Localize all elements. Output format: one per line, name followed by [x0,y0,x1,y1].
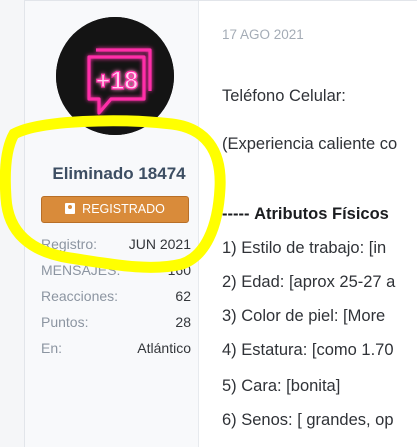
stat-value: 62 [175,288,191,304]
stat-key: MENSAJES: [41,262,121,278]
attributes-heading: ----- Atributos Físicos [222,205,389,224]
stat-key: Reacciones: [41,288,119,304]
stat-row-mensajes: MENSAJES: 160 [41,260,191,286]
stat-value: JUN 2021 [128,236,191,252]
attribute-item: 4) Estatura: [como 1.70 [222,341,394,359]
attributes-prefix: ----- [222,205,250,223]
phone-label: Teléfono Celular: [222,87,346,105]
stat-key: Registro: [41,236,98,252]
user-sidebar: +18 Eliminado 18474 REGISTRADO Registro:… [25,1,199,447]
avatar[interactable]: +18 [56,17,174,135]
stat-row-en: En: Atlántico [41,338,191,364]
stat-row-reacciones: Reacciones: 62 [41,286,191,312]
attribute-item: 2) Edad: [aprox 25-27 a [222,273,396,291]
attribute-item: 1) Estilo de trabajo: [in [222,239,387,257]
adult-sign-icon: +18 [56,17,174,135]
badge-label: REGISTRADO [82,202,165,216]
attribute-item: 5) Cara: [bonita] [222,377,341,395]
registered-badge: REGISTRADO [41,196,189,223]
stat-value: 28 [175,314,191,330]
stat-key: Puntos: [41,314,89,330]
user-stats: Registro: JUN 2021 MENSAJES: 160 Reaccio… [41,234,191,364]
id-card-icon [65,203,76,214]
post-container: +18 Eliminado 18474 REGISTRADO Registro:… [24,0,417,447]
attributes-title: Atributos Físicos [254,205,389,223]
stat-row-puntos: Puntos: 28 [41,312,191,338]
experience-text: (Experiencia caliente co [222,135,398,153]
stat-value: Atlántico [137,340,191,356]
attribute-item: 6) Senos: [ grandes, op [222,411,394,429]
avatar-text: +18 [96,67,139,95]
username[interactable]: Eliminado 18474 [39,164,199,184]
attribute-item: 3) Color de piel: [More [222,307,386,325]
post-body: Teléfono Celular: (Experiencia caliente … [222,87,417,447]
stat-value: 160 [167,262,191,278]
post-date[interactable]: 17 AGO 2021 [222,27,304,42]
stat-row-registro: Registro: JUN 2021 [41,234,191,260]
stat-key: En: [41,340,63,356]
